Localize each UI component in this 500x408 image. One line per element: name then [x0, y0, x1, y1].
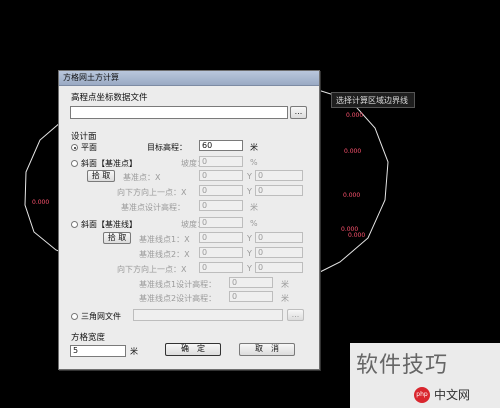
slope-line-p2-y-label: Y: [247, 249, 252, 258]
slope-line-pick-button[interactable]: 拾 取: [103, 232, 131, 244]
watermark-subtext: 中文网: [434, 388, 471, 402]
slope-point-label: 斜面【基准点】: [81, 159, 137, 168]
slope-line-p1-label: 基准线点1：X: [139, 235, 190, 244]
slope-line-d1-label: 基准线点1设计高程：: [139, 280, 217, 289]
elevation-label: 0.000: [348, 232, 366, 239]
target-elevation-input[interactable]: 60: [199, 140, 243, 151]
ok-button[interactable]: 确 定: [165, 343, 221, 356]
tin-file-browse-button[interactable]: ...: [287, 309, 304, 321]
slope-point-slope-unit: %: [250, 158, 258, 167]
earthwork-grid-dialog: 方格网土方计算 高程点坐标数据文件 ... 设计面 平面 目标高程： 60 米 …: [58, 70, 320, 370]
slope-line-p2-x-input[interactable]: 0: [199, 247, 243, 258]
elevation-label: 0.000: [346, 112, 364, 119]
site-watermark: 软件技巧 php 中文网: [350, 343, 500, 408]
dialog-title: 方格网土方计算: [63, 73, 119, 82]
slope-line-d2-unit: 米: [281, 294, 289, 303]
slope-line-dir-y-input[interactable]: 0: [255, 262, 303, 273]
slope-line-d2-label: 基准线点2设计高程：: [139, 294, 217, 303]
slope-point-dir-y-input[interactable]: 0: [255, 185, 303, 196]
slope-line-dir-label: 向下方向上一点：X: [117, 265, 187, 274]
slope-point-base-label: 基准点：X: [123, 173, 161, 182]
slope-line-p1-x-input[interactable]: 0: [199, 232, 243, 243]
tin-label: 三角网文件: [81, 312, 121, 321]
elevation-file-label: 高程点坐标数据文件: [71, 93, 148, 103]
slope-point-pick-button[interactable]: 拾 取: [87, 170, 115, 182]
dialog-titlebar[interactable]: 方格网土方计算: [59, 71, 319, 86]
target-elevation-unit: 米: [250, 143, 258, 152]
slope-line-label: 斜面【基准线】: [81, 220, 137, 229]
slope-point-radio[interactable]: [71, 160, 78, 167]
elevation-file-browse-button[interactable]: ...: [290, 106, 307, 119]
slope-point-dir-label: 向下方向上一点：X: [117, 188, 187, 197]
slope-point-design-label: 基准点设计高程：: [121, 203, 185, 212]
slope-line-slope-unit: %: [250, 219, 258, 228]
slope-line-d2-input[interactable]: 0: [229, 291, 273, 302]
slope-point-design-input[interactable]: 0: [199, 200, 243, 211]
slope-line-radio[interactable]: [71, 221, 78, 228]
slope-line-p2-y-input[interactable]: 0: [255, 247, 303, 258]
slope-line-dir-x-input[interactable]: 0: [199, 262, 243, 273]
plane-radio[interactable]: [71, 144, 78, 151]
tin-file-input[interactable]: [133, 309, 283, 321]
slope-point-slope-input[interactable]: 0: [199, 156, 243, 167]
elevation-label: 0.000: [32, 199, 50, 206]
cancel-button[interactable]: 取 消: [239, 343, 295, 356]
slope-point-base-y-input[interactable]: 0: [255, 170, 303, 181]
target-elevation-label: 目标高程：: [147, 143, 187, 152]
slope-line-slope-input[interactable]: 0: [199, 217, 243, 228]
grid-width-unit: 米: [130, 347, 138, 356]
slope-line-dir-y-label: Y: [247, 264, 252, 273]
slope-line-p1-y-input[interactable]: 0: [255, 232, 303, 243]
plane-label: 平面: [81, 143, 97, 152]
grid-width-input[interactable]: 5: [70, 345, 126, 357]
slope-line-d1-input[interactable]: 0: [229, 277, 273, 288]
slope-line-p1-y-label: Y: [247, 234, 252, 243]
slope-point-base-y-label: Y: [247, 172, 252, 181]
grid-width-label: 方格宽度: [71, 333, 106, 343]
slope-point-base-x-input[interactable]: 0: [199, 170, 243, 181]
elevation-label: 0.000: [343, 192, 361, 199]
php-logo-icon: php: [414, 387, 430, 403]
slope-point-dir-y-label: Y: [247, 187, 252, 196]
cad-tooltip: 选择计算区域边界线: [331, 92, 415, 108]
design-surface-label: 设计面: [71, 132, 97, 142]
tin-radio[interactable]: [71, 313, 78, 320]
elevation-file-input[interactable]: [70, 106, 288, 119]
slope-line-p2-label: 基准线点2：X: [139, 250, 190, 259]
slope-line-d1-unit: 米: [281, 280, 289, 289]
watermark-text: 软件技巧: [356, 353, 449, 378]
slope-point-dir-x-input[interactable]: 0: [199, 185, 243, 196]
elevation-label: 0.000: [344, 148, 362, 155]
slope-point-design-unit: 米: [250, 203, 258, 212]
